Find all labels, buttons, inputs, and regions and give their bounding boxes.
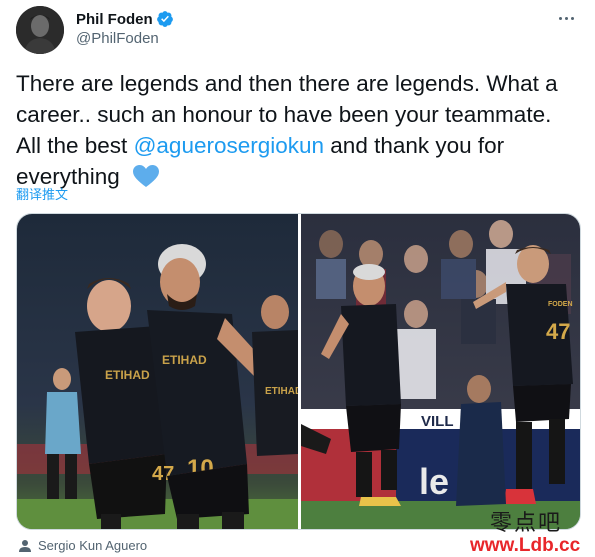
avatar[interactable] (16, 6, 64, 54)
kit-text: ETIHAD (265, 386, 298, 397)
profile-photo-icon (16, 6, 64, 54)
photo-celebration[interactable]: ETIHAD ETIHAD 10 47 ETIHAD (17, 214, 298, 529)
more-options-icon[interactable] (559, 12, 579, 24)
kit-name: FODEN (548, 301, 573, 308)
board-text: le (419, 461, 449, 502)
kit-text: ETIHAD (105, 368, 150, 382)
board-text: VILL (421, 413, 454, 430)
tagged-user-label: Sergio Kun Aguero (38, 538, 148, 553)
watermark-chinese: 零点吧 (490, 511, 563, 536)
high-five-photo-image: VILL le FODEN 47 (301, 214, 580, 529)
blue-heart-icon (133, 165, 160, 187)
verified-badge-icon (156, 11, 173, 27)
tagged-user[interactable]: Sergio Kun Aguero (18, 538, 147, 553)
kit-number: 47 (546, 319, 570, 344)
mention-link[interactable]: @aguerosergiokun (134, 133, 324, 158)
display-name[interactable]: Phil Foden (76, 11, 153, 28)
handle[interactable]: @PhilFoden (76, 30, 159, 47)
person-icon (19, 539, 31, 552)
photo-high-five[interactable]: VILL le FODEN 47 (301, 214, 580, 529)
media-grid: ETIHAD ETIHAD 10 47 ETIHAD (16, 213, 581, 530)
tweet-header: Phil Foden @PhilFoden (16, 6, 581, 54)
translate-tweet-link[interactable]: 翻译推文 (16, 184, 68, 203)
celebration-photo-image: ETIHAD ETIHAD 10 47 ETIHAD (17, 214, 298, 529)
tweet-text: There are legends and then there are leg… (16, 68, 576, 192)
watermark-url: www.Ldb.cc (470, 535, 581, 556)
kit-text: ETIHAD (162, 353, 207, 367)
name-row: Phil Foden (76, 10, 174, 28)
